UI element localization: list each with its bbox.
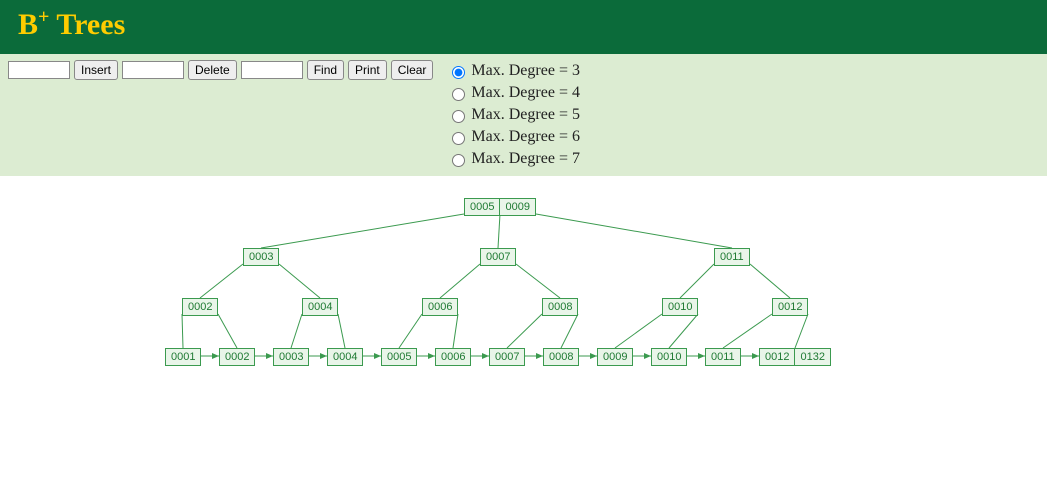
tree-internal-node: 0007: [480, 248, 516, 266]
title-super: +: [38, 6, 49, 28]
tree-node-key: 0006: [436, 349, 470, 365]
tree-node-key: 0005: [465, 199, 499, 215]
degree-radio-7[interactable]: [452, 154, 465, 167]
tree-leaf-node: 0010: [651, 348, 687, 366]
degree-radios: Max. Degree = 3 Max. Degree = 4 Max. Deg…: [447, 60, 580, 170]
tree-leaf-node: 0009: [597, 348, 633, 366]
tree-internal-node: 0010: [662, 298, 698, 316]
tree-internal-node: 0004: [302, 298, 338, 316]
degree-label: Max. Degree = 5: [471, 106, 580, 124]
controls-panel: Insert Delete Find Print Clear Max. Degr…: [0, 54, 1047, 176]
degree-radio-5[interactable]: [452, 110, 465, 123]
tree-node-key: 0001: [166, 349, 200, 365]
degree-radio-3[interactable]: [452, 66, 465, 79]
degree-label: Max. Degree = 7: [471, 150, 580, 168]
tree-node-key: 0003: [244, 249, 278, 265]
tree-node-key: 0011: [706, 349, 740, 365]
tree-leaf-node: 0003: [273, 348, 309, 366]
page-header: B+ Trees: [0, 0, 1047, 54]
tree-internal-node: 00050009: [464, 198, 536, 216]
tree-node-key: 0012: [773, 299, 807, 315]
toolbar: Insert Delete Find Print Clear: [8, 60, 433, 80]
tree-leaf-node: 0006: [435, 348, 471, 366]
tree-node-key: 0004: [303, 299, 337, 315]
tree-node-key: 0010: [663, 299, 697, 315]
tree-leaf-node: 0004: [327, 348, 363, 366]
tree-internal-node: 0012: [772, 298, 808, 316]
tree-internal-node: 0003: [243, 248, 279, 266]
page-title: B+ Trees: [18, 6, 1029, 42]
tree-leaf-node: 0002: [219, 348, 255, 366]
tree-edges: [0, 176, 1047, 496]
title-prefix: B: [18, 8, 38, 41]
tree-node-key: 0005: [382, 349, 416, 365]
tree-node-key: 0009: [598, 349, 632, 365]
tree-node-key: 0002: [220, 349, 254, 365]
tree-leaf-node: 0007: [489, 348, 525, 366]
tree-node-key: 0003: [274, 349, 308, 365]
degree-radio-4[interactable]: [452, 88, 465, 101]
tree-node-key: 0009: [499, 199, 534, 215]
degree-label: Max. Degree = 3: [471, 62, 580, 80]
tree-node-key: 0011: [715, 249, 749, 265]
find-button[interactable]: Find: [307, 60, 344, 80]
tree-leaf-node: 0001: [165, 348, 201, 366]
tree-internal-node: 0011: [714, 248, 750, 266]
tree-node-key: 0002: [183, 299, 217, 315]
title-suffix: Trees: [49, 8, 125, 41]
tree-node-key: 0008: [544, 349, 578, 365]
tree-internal-node: 0002: [182, 298, 218, 316]
tree-leaf-node: 0005: [381, 348, 417, 366]
tree-node-key: 0012: [760, 349, 794, 365]
print-button[interactable]: Print: [348, 60, 387, 80]
clear-button[interactable]: Clear: [391, 60, 434, 80]
tree-leaf-node: 00120132: [759, 348, 831, 366]
tree-node-key: 0007: [490, 349, 524, 365]
tree-node-key: 0132: [794, 349, 829, 365]
degree-label: Max. Degree = 6: [471, 128, 580, 146]
tree-internal-node: 0008: [542, 298, 578, 316]
tree-canvas: 0005000900030007001100020004000600080010…: [0, 176, 1047, 496]
delete-button[interactable]: Delete: [188, 60, 237, 80]
tree-leaf-node: 0008: [543, 348, 579, 366]
tree-node-key: 0008: [543, 299, 577, 315]
delete-input[interactable]: [122, 61, 184, 79]
tree-node-key: 0006: [423, 299, 457, 315]
degree-radio-6[interactable]: [452, 132, 465, 145]
find-input[interactable]: [241, 61, 303, 79]
tree-internal-node: 0006: [422, 298, 458, 316]
tree-node-key: 0010: [652, 349, 686, 365]
degree-label: Max. Degree = 4: [471, 84, 580, 102]
insert-button[interactable]: Insert: [74, 60, 118, 80]
tree-node-key: 0007: [481, 249, 515, 265]
tree-node-key: 0004: [328, 349, 362, 365]
insert-input[interactable]: [8, 61, 70, 79]
tree-leaf-node: 0011: [705, 348, 741, 366]
